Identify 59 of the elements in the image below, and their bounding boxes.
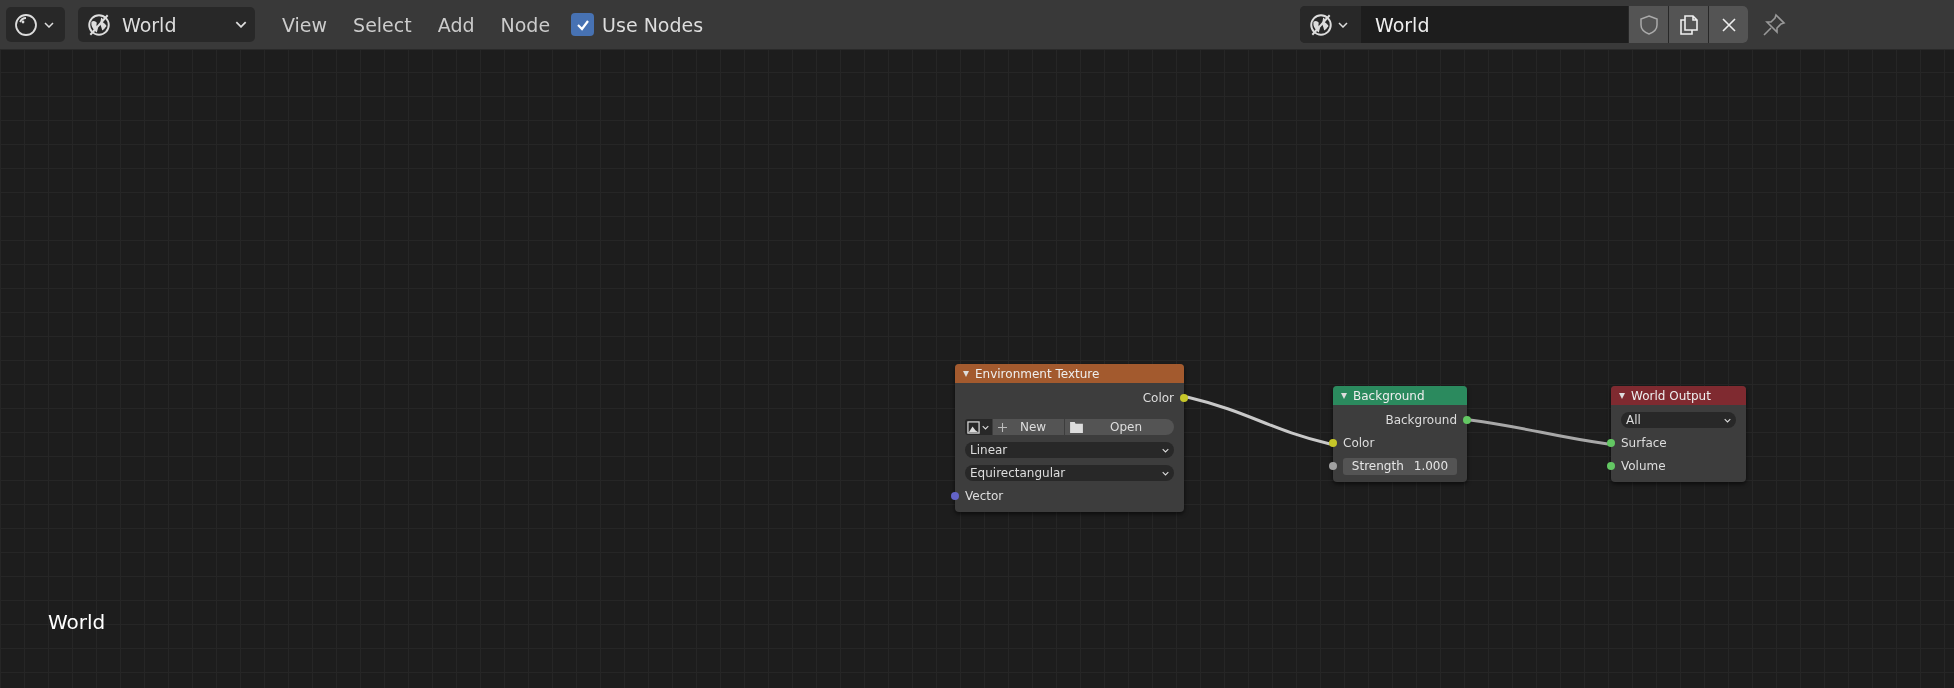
socket-label: Surface — [1621, 436, 1667, 450]
use-nodes-checkbox[interactable] — [571, 13, 595, 36]
caret-icon — [1162, 470, 1169, 476]
dropdown[interactable]: All — [1621, 412, 1736, 428]
socket-label: Vector — [965, 489, 1004, 503]
pin-icon — [1762, 12, 1786, 37]
node-title: Background — [1353, 388, 1425, 403]
menu-item[interactable]: Add — [424, 9, 488, 40]
output-socket[interactable] — [1180, 394, 1188, 402]
socket-label: Volume — [1621, 459, 1666, 473]
shield-icon — [1638, 13, 1659, 36]
caret-icon — [1162, 447, 1169, 453]
duplicate-button[interactable] — [1669, 6, 1708, 43]
close-button[interactable] — [1709, 6, 1748, 43]
node-title: World Output — [1631, 388, 1711, 403]
socket-label: Color — [1142, 391, 1174, 405]
input-socket[interactable] — [1607, 439, 1615, 447]
dropdown[interactable]: Linear — [965, 442, 1174, 458]
collapse-arrow-icon[interactable] — [963, 370, 969, 377]
socket-label: Color — [1343, 436, 1375, 450]
sphere-icon — [14, 12, 38, 37]
image-icon — [967, 420, 980, 434]
node-header[interactable]: Environment Texture — [955, 364, 1184, 383]
collapse-arrow-icon[interactable] — [1341, 392, 1347, 399]
world-name-field[interactable]: World — [1361, 6, 1628, 43]
world-selector-dropdown[interactable]: World — [78, 7, 255, 42]
caret-icon — [1724, 417, 1731, 423]
plus-icon — [998, 422, 1007, 432]
caret-icon — [1338, 21, 1348, 28]
new-image-button[interactable]: New — [993, 419, 1064, 435]
use-nodes-label: Use Nodes — [602, 13, 704, 36]
strength-field[interactable]: Strength 1.000 — [1343, 457, 1457, 475]
input-socket[interactable] — [1329, 439, 1337, 447]
caret-icon — [982, 424, 989, 430]
fake-user-button[interactable] — [1629, 6, 1668, 43]
node-header[interactable]: World Output — [1611, 386, 1746, 405]
input-socket[interactable] — [1329, 462, 1337, 470]
folder-icon — [1070, 421, 1083, 433]
input-socket[interactable] — [1607, 462, 1615, 470]
menu-item[interactable]: Node — [487, 9, 564, 40]
globe-icon — [86, 11, 112, 38]
node-title: Environment Texture — [975, 366, 1100, 381]
node-header[interactable]: Background — [1333, 386, 1467, 405]
globe-icon — [1308, 11, 1334, 38]
menu-item[interactable]: Select — [340, 9, 425, 40]
menu-item[interactable]: View — [269, 9, 341, 40]
caret-icon — [235, 21, 247, 28]
collapse-arrow-icon[interactable] — [1619, 392, 1625, 399]
open-image-button[interactable]: Open — [1065, 419, 1174, 435]
editor-type-button[interactable] — [6, 7, 65, 42]
caret-icon — [44, 21, 54, 28]
output-socket[interactable] — [1463, 416, 1471, 424]
image-browse-button[interactable] — [965, 419, 992, 435]
dropdown[interactable]: Equirectangular — [965, 465, 1174, 481]
editor-context-label: World — [48, 610, 106, 634]
socket-label: Background — [1385, 413, 1457, 427]
input-socket[interactable] — [951, 492, 959, 500]
pin-button[interactable] — [1762, 12, 1786, 37]
close-icon — [1720, 16, 1737, 33]
